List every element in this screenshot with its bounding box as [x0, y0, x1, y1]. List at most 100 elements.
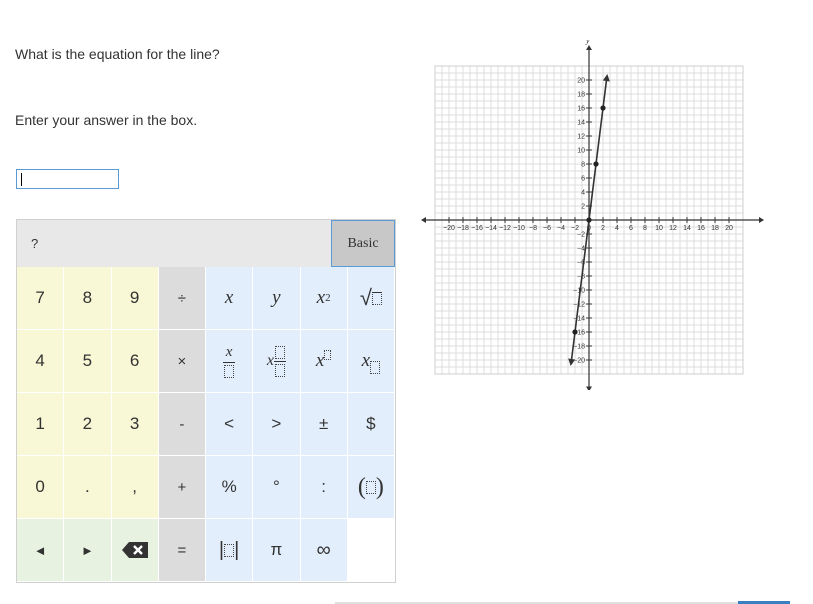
key-9[interactable]: 9 — [111, 267, 159, 330]
x-tick-label: 2 — [601, 225, 605, 232]
key-0[interactable]: 0 — [17, 456, 65, 519]
basic-tab[interactable]: Basic — [331, 220, 395, 267]
key-minus[interactable]: - — [158, 393, 206, 456]
key-degree[interactable]: ° — [253, 456, 301, 519]
key-6[interactable]: 6 — [111, 330, 159, 393]
y-tick-label: 6 — [581, 176, 585, 183]
key-equals[interactable]: = — [158, 519, 206, 582]
key-plus-minus[interactable]: ± — [300, 393, 348, 456]
key-decimal[interactable]: . — [64, 456, 112, 519]
key-less-than[interactable]: < — [206, 393, 254, 456]
key-8[interactable]: 8 — [64, 267, 112, 330]
key-empty — [347, 519, 395, 582]
sqrt-icon: √ — [359, 285, 372, 310]
keypad-grid: 7 8 9 ÷ x y x2 √ 4 5 6 × x x x x 1 2 3 -… — [17, 267, 395, 582]
key-pi[interactable]: π — [253, 519, 301, 582]
key-greater-than[interactable]: > — [253, 393, 301, 456]
x-tick-label: 10 — [655, 225, 663, 232]
x-tick-label: −14 — [485, 225, 497, 232]
backspace-icon — [121, 542, 148, 558]
x-axis-arrow-left-icon — [421, 217, 426, 223]
x-squared-label: x — [316, 287, 326, 308]
y-axis-arrow-down-icon — [586, 386, 592, 390]
key-4[interactable]: 4 — [17, 330, 65, 393]
data-point — [593, 161, 599, 167]
power-base-label: x — [315, 350, 325, 371]
mixed-fraction-icon — [273, 345, 286, 377]
instruction-text: Enter your answer in the box. — [15, 112, 198, 128]
x-tick-label: −18 — [457, 225, 469, 232]
y-tick-label: 12 — [577, 134, 585, 141]
key-comma[interactable]: , — [111, 456, 159, 519]
keypad-header: ? Basic — [17, 220, 395, 267]
x-tick-label: 8 — [643, 225, 647, 232]
mixed-fraction-label: x — [266, 352, 274, 369]
y-tick-label: 18 — [577, 92, 585, 99]
y-tick-label: −2 — [577, 232, 585, 239]
y-tick-label: −18 — [573, 344, 585, 351]
x-tick-label: 12 — [669, 225, 677, 232]
key-3[interactable]: 3 — [111, 393, 159, 456]
sqrt-placeholder-icon — [371, 291, 382, 305]
key-x[interactable]: x — [206, 267, 254, 330]
key-fraction-x[interactable]: x — [206, 330, 254, 393]
y-tick-label: −4 — [577, 246, 585, 253]
x-tick-label: −6 — [543, 225, 551, 232]
key-square-root[interactable]: √ — [347, 267, 395, 330]
key-divide[interactable]: ÷ — [158, 267, 206, 330]
x-tick-label: −4 — [557, 225, 565, 232]
x-tick-label: 14 — [683, 225, 691, 232]
x-tick-label: −20 — [443, 225, 455, 232]
key-1[interactable]: 1 — [17, 393, 65, 456]
key-percent[interactable]: % — [206, 456, 254, 519]
text-caret — [21, 173, 22, 186]
key-infinity[interactable]: ∞ — [300, 519, 348, 582]
key-absolute-value[interactable]: | | — [206, 519, 254, 582]
key-dollar[interactable]: $ — [347, 393, 395, 456]
data-point — [586, 217, 592, 223]
y-tick-label: −20 — [573, 358, 585, 365]
fraction-numerator: x — [225, 343, 233, 360]
key-mixed-fraction[interactable]: x — [253, 330, 301, 393]
x-tick-label: 16 — [697, 225, 705, 232]
key-subscript[interactable]: x — [347, 330, 395, 393]
x-tick-label: −8 — [529, 225, 537, 232]
coordinate-graph: y−20 −18 −16 −14 −12 −10 −8 −6 −4 −2 0 2 4 6 8 10 12 14 16… — [421, 40, 764, 390]
power-exponent-icon — [324, 350, 332, 360]
key-y[interactable]: y — [253, 267, 301, 330]
x-tick-label: 20 — [725, 225, 733, 232]
key-2[interactable]: 2 — [64, 393, 112, 456]
y-tick-label: 8 — [581, 162, 585, 169]
subscript-base-label: x — [361, 350, 371, 371]
help-button[interactable]: ? — [31, 236, 38, 251]
absolute-value-icon: | | — [218, 538, 240, 561]
key-backspace[interactable] — [111, 519, 159, 582]
key-plus[interactable]: + — [158, 456, 206, 519]
parentheses-icon: () — [357, 473, 384, 500]
x-tick-label: 4 — [615, 225, 619, 232]
y-tick-label: 14 — [577, 120, 585, 127]
subscript-icon — [370, 360, 381, 374]
data-point — [572, 329, 578, 335]
y-tick-label: 2 — [581, 204, 585, 211]
data-point — [600, 105, 606, 111]
key-colon[interactable]: : — [300, 456, 348, 519]
key-cursor-left[interactable]: ◄ — [17, 519, 65, 582]
key-cursor-right[interactable]: ► — [64, 519, 112, 582]
key-parentheses[interactable]: () — [347, 456, 395, 519]
x-tick-label: −12 — [499, 225, 511, 232]
x-tick-label: −16 — [471, 225, 483, 232]
answer-input[interactable] — [16, 169, 119, 189]
key-power[interactable]: x — [300, 330, 348, 393]
key-x-squared[interactable]: x2 — [300, 267, 348, 330]
key-7[interactable]: 7 — [17, 267, 65, 330]
key-multiply[interactable]: × — [158, 330, 206, 393]
y-tick-label: 4 — [581, 190, 585, 197]
key-5[interactable]: 5 — [64, 330, 112, 393]
x-tick-label: 6 — [629, 225, 633, 232]
y-tick-label: 16 — [577, 106, 585, 113]
math-keypad: ? Basic 7 8 9 ÷ x y x2 √ 4 5 6 × x x x x… — [16, 219, 396, 583]
question-text: What is the equation for the line? — [15, 46, 220, 62]
fraction-x-icon: x — [223, 343, 236, 378]
y-tick-label: 10 — [577, 148, 585, 155]
